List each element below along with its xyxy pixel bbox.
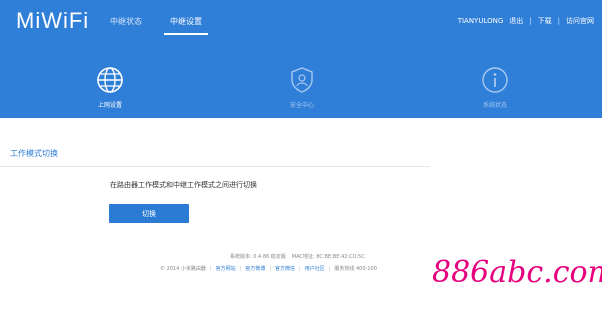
footer-links: © 2014 小米路由器 | 官方网站 | 官方微博 | 官方微信 | 用户社区… — [160, 265, 377, 273]
subnav-internet-settings[interactable]: 上网设置 — [75, 66, 145, 109]
divider: | — [328, 265, 331, 272]
subnav-label: 系统状态 — [482, 102, 507, 109]
footer-link-weibo[interactable]: 官方微博 — [245, 265, 265, 272]
username: TIANYULONG — [457, 17, 504, 25]
header-bar: MiWiFi 中继状态 中继设置 TIANYULONG 退出 | 下载 | 访问… — [0, 0, 602, 118]
section-title: 工作模式切换 — [10, 149, 58, 158]
logout-link[interactable]: 退出 — [509, 16, 523, 26]
info-icon — [482, 67, 508, 93]
globe-icon — [97, 67, 123, 93]
top-nav: 中继状态 中继设置 — [110, 16, 208, 35]
copyright: © 2014 小米路由器 — [160, 266, 206, 272]
shield-icon — [291, 67, 313, 93]
footer-link-wechat[interactable]: 官方微信 — [275, 265, 295, 272]
subnav-label: 上网设置 — [97, 102, 122, 109]
system-version: 系统版本: 0.4.86 稳定版 — [230, 254, 286, 260]
divider: | — [557, 17, 560, 25]
divider: | — [269, 265, 271, 272]
footer-link-official-site[interactable]: 官方网站 — [216, 265, 236, 272]
miwifi-logo[interactable]: MiWiFi — [16, 8, 89, 34]
mode-description: 在路由器工作模式和中继工作模式之间进行切换 — [110, 181, 257, 189]
divider: | — [299, 265, 301, 272]
subnav-label: 安全中心 — [289, 102, 314, 109]
tab-relay-status[interactable]: 中继状态 — [110, 16, 142, 35]
sub-nav: 上网设置 安全中心 系统状态 — [0, 62, 602, 118]
divider: | — [209, 265, 212, 272]
divider: | — [529, 17, 532, 25]
switch-mode-button[interactable]: 切换 — [109, 204, 189, 223]
official-site-link[interactable]: 访问官网 — [566, 16, 594, 26]
service-hotline: 服务热线 400-100 — [334, 266, 377, 272]
footer-system-info: 系统版本: 0.4.86 稳定版 MAC地址: 8C:BE:BE:42:CD:5… — [230, 253, 365, 260]
download-link[interactable]: 下载 — [538, 16, 552, 26]
tab-relay-settings[interactable]: 中继设置 — [164, 16, 208, 35]
divider — [0, 166, 430, 167]
watermark: 886abc.com — [428, 235, 602, 319]
mac-address: MAC地址: 8C:BE:BE:42:CD:5C — [291, 254, 365, 260]
footer-link-community[interactable]: 用户社区 — [305, 265, 325, 272]
divider: | — [239, 265, 242, 272]
subnav-security-center[interactable]: 安全中心 — [267, 66, 337, 109]
subnav-system-status[interactable]: 系统状态 — [460, 66, 530, 109]
watermark-text: 886abc.com — [432, 255, 602, 290]
user-bar: TIANYULONG 退出 | 下载 | 访问官网 — [458, 16, 594, 26]
